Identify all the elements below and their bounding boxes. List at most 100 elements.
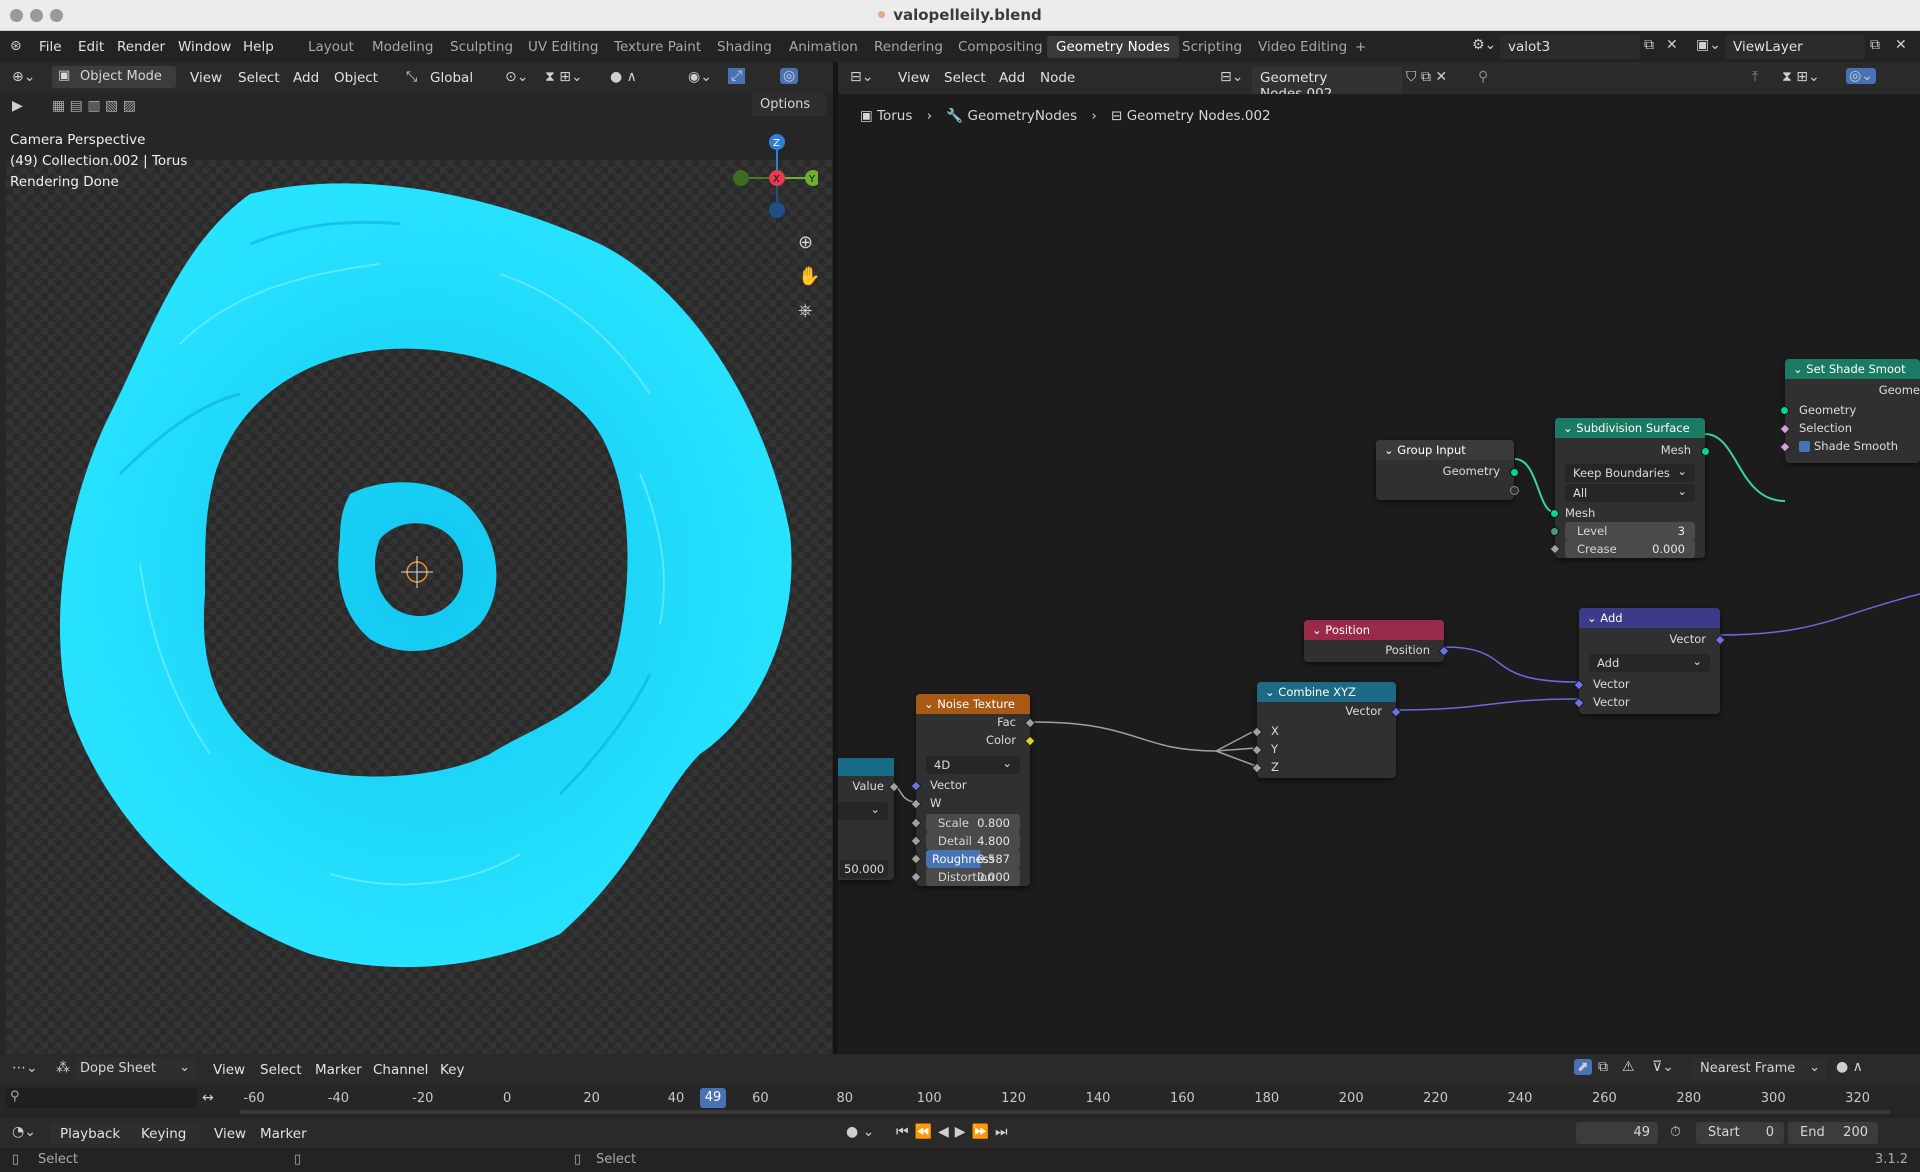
tab-rendering[interactable]: Rendering (874, 39, 943, 55)
subdiv-mesh-out-socket[interactable] (1701, 447, 1710, 456)
gizmo-icon[interactable]: ⤢ (728, 68, 746, 84)
noise-roughness-slider[interactable]: Roughness 0.587 (926, 850, 1020, 868)
viewport-menu-view[interactable]: View (190, 70, 222, 86)
value-field[interactable]: 50.000 (840, 860, 888, 878)
menu-render[interactable]: Render (117, 39, 165, 55)
subdiv-crease-slider[interactable]: Crease 0.000 (1565, 540, 1695, 558)
node-set-shade-smooth[interactable]: Set Shade Smoot Geome Geometry Selection… (1779, 359, 1920, 463)
transform-orientation[interactable]: Global (430, 70, 473, 86)
node-menu-node[interactable]: Node (1040, 70, 1075, 86)
tab-animation[interactable]: Animation (789, 39, 858, 55)
tab-shading[interactable]: Shading (717, 39, 772, 55)
current-frame-field[interactable]: 49 (1576, 1122, 1658, 1144)
only-selected-icon[interactable]: ⬈ (1574, 1059, 1592, 1075)
view-layer-icon[interactable]: ▣⌄ (1696, 37, 1721, 53)
end-frame-field[interactable]: End 200 (1788, 1122, 1878, 1144)
menu-view-timeline[interactable]: View (214, 1126, 246, 1142)
node-position[interactable]: Position Position (1304, 620, 1450, 662)
tab-sculpting[interactable]: Sculpting (450, 39, 513, 55)
dopesheet-menu-marker[interactable]: Marker (315, 1062, 362, 1078)
node-menu-select[interactable]: Select (944, 70, 986, 86)
camera-view-icon[interactable]: ⎈ (798, 300, 812, 321)
shade-geometry-in-socket[interactable] (1780, 406, 1789, 415)
transform-orientation-icon[interactable]: ⤡ (406, 69, 417, 85)
parent-tree-icon[interactable]: ⤒ (1752, 69, 1758, 85)
add-workspace-icon[interactable]: + (1355, 39, 1366, 55)
menu-window[interactable]: Window (178, 39, 231, 55)
tab-texture-paint[interactable]: Texture Paint (614, 39, 701, 55)
node-group-input[interactable]: Group Input Geometry (1376, 440, 1519, 500)
viewport-menu-select[interactable]: Select (238, 70, 280, 86)
pan-hand-icon[interactable]: ✋ (798, 266, 820, 287)
fake-user-icon[interactable]: ⛉ ⧉ ✕ (1406, 69, 1447, 85)
subdiv-mesh-in-socket[interactable] (1550, 509, 1559, 518)
node-noise-texture[interactable]: Noise Texture Fac Color 4D Vector W Scal… (910, 694, 1036, 886)
blender-logo-icon[interactable]: ⊛ (10, 38, 22, 54)
menu-file[interactable]: File (39, 39, 62, 55)
subdiv-boundary-dropdown[interactable]: Keep Boundaries (1565, 464, 1695, 482)
node-editor-canvas[interactable]: ▣ Torus › 🔧 GeometryNodes › ⊟ Geometry N… (838, 94, 1920, 1054)
visibility-icon[interactable]: ◉⌄ (688, 69, 712, 85)
menu-help[interactable]: Help (243, 39, 274, 55)
view-layer-field[interactable]: ViewLayer (1725, 35, 1865, 59)
noise-scale-slider[interactable]: Scale 0.800 (926, 814, 1020, 832)
tab-geometry-nodes[interactable]: Geometry Nodes (1047, 36, 1179, 58)
node-value-partial[interactable]: Value 50.000 (838, 758, 900, 880)
menu-playback[interactable]: Playback (60, 1126, 120, 1142)
snap-mode-dropdown[interactable]: Nearest Frame ⌄ (1692, 1058, 1826, 1080)
node-combine-xyz[interactable]: Combine XYZ Vector X Y Z (1251, 682, 1402, 778)
copy-scene-icon[interactable]: ⧉ (1644, 37, 1654, 53)
close-layer-icon[interactable]: ✕ (1895, 37, 1907, 53)
viewport-menu-add[interactable]: Add (293, 70, 319, 86)
tab-compositing[interactable]: Compositing (958, 39, 1043, 55)
start-frame-field[interactable]: Start 0 (1696, 1122, 1784, 1144)
dopesheet-editor-icon[interactable]: ⋯⌄ (12, 1060, 38, 1076)
filter-icon[interactable]: ⊽⌄ (1652, 1059, 1674, 1075)
dopesheet-mode-dropdown[interactable]: Dope Sheet ⌄ (76, 1058, 196, 1080)
tab-scripting[interactable]: Scripting (1182, 39, 1242, 55)
node-vector-add[interactable]: Add Vector Add Vector Vector (1573, 608, 1726, 714)
pivot-icon[interactable]: ⊙⌄ (505, 69, 528, 85)
proportional-edit-icon[interactable]: ● ∧ (1836, 1059, 1863, 1075)
group-input-empty-socket[interactable] (1510, 486, 1519, 495)
snap-node-icon[interactable]: ⧗ ⊞⌄ (1782, 69, 1820, 85)
node-overlay-icon[interactable]: ◎⌄ (1846, 68, 1876, 84)
shade-smooth-checkbox[interactable] (1799, 441, 1810, 452)
playback-controls-icon[interactable]: ⏮⏪◀▶⏩⏭ (896, 1124, 1014, 1140)
show-hidden-icon[interactable]: ⧉ (1598, 1059, 1608, 1075)
dopesheet-menu-key[interactable]: Key (440, 1062, 464, 1078)
timeline-scrollbar[interactable] (240, 1110, 1890, 1114)
noise-detail-slider[interactable]: Detail 4.800 (926, 832, 1020, 850)
copy-layer-icon[interactable]: ⧉ (1870, 37, 1880, 53)
tab-modeling[interactable]: Modeling (372, 39, 433, 55)
viewport-menu-object[interactable]: Object (334, 70, 378, 86)
noise-distortion-slider[interactable]: Distortion 0.000 (926, 868, 1020, 886)
node-tree-type-icon[interactable]: ⊟⌄ (1220, 69, 1243, 85)
only-errors-icon[interactable]: ⚠ (1622, 1059, 1635, 1075)
editor-type-icon[interactable]: ⊕⌄ (12, 69, 35, 85)
navigation-gizmo[interactable]: Z Y X (728, 130, 818, 220)
close-scene-icon[interactable]: ✕ (1666, 37, 1678, 53)
swap-icon[interactable]: ↔ (202, 1090, 214, 1106)
value-partial-dropdown[interactable] (838, 802, 888, 820)
timeline-ruler[interactable]: ⚲ ↔ -60 -40 -20 0 20 40 60 80 100 120 140 160 180 200… (0, 1084, 1920, 1114)
tab-layout[interactable]: Layout (308, 39, 354, 55)
noise-dimensions-dropdown[interactable]: 4D (926, 756, 1020, 774)
3d-viewport[interactable]: ▶ ▦ ▤ ▥ ▧ ▨ Options Camera Perspective (… (0, 94, 833, 1054)
tab-video-editing[interactable]: Video Editing (1258, 39, 1347, 55)
subdiv-level-socket[interactable] (1550, 527, 1559, 536)
menu-keying[interactable]: Keying (141, 1126, 186, 1142)
current-frame-marker[interactable]: 49 (700, 1088, 726, 1108)
group-input-geometry-socket[interactable] (1510, 468, 1519, 477)
proportional-icon[interactable]: ● ∧ (610, 69, 637, 85)
tab-uv-editing[interactable]: UV Editing (528, 39, 598, 55)
preview-range-icon[interactable]: ⏱ (1670, 1124, 1681, 1140)
add-operation-dropdown[interactable]: Add (1589, 654, 1710, 672)
dopesheet-menu-view[interactable]: View (213, 1062, 245, 1078)
node-menu-add[interactable]: Add (999, 70, 1025, 86)
auto-keying-icon[interactable]: ● ⌄ (846, 1124, 874, 1140)
dopesheet-menu-select[interactable]: Select (260, 1062, 302, 1078)
node-editor-type-icon[interactable]: ⊟⌄ (850, 69, 873, 85)
menu-marker-timeline[interactable]: Marker (260, 1126, 307, 1142)
scene-icon[interactable]: ⚙⌄ (1472, 37, 1496, 53)
